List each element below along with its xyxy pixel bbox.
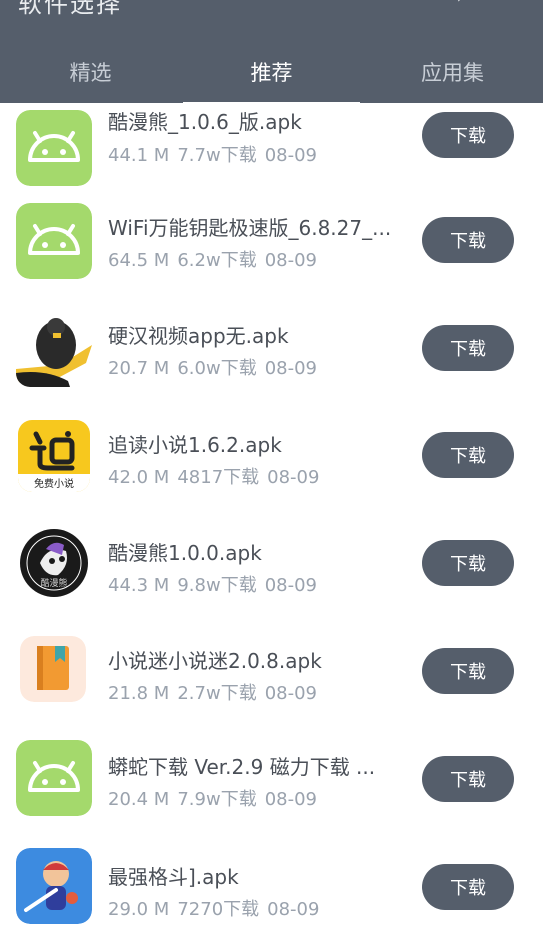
app-downloads: 6.2w下载: [177, 250, 257, 271]
download-button[interactable]: 下载: [422, 648, 514, 694]
icon-caption: 免费小说: [34, 479, 74, 490]
app-name: 小说迷小说迷2.0.8.apk: [108, 649, 322, 673]
app-size: 21.8 M: [108, 683, 170, 704]
list-item[interactable]: 免费小说 追读小说1.6.2.apk 42.0 M 4817下载 08-09 下载: [0, 416, 543, 524]
app-size: 20.4 M: [108, 789, 170, 810]
download-button[interactable]: 下载: [422, 540, 514, 586]
app-meta: 64.5 M 6.2w下载 08-09: [108, 246, 325, 272]
page-title: 软件选择: [18, 0, 122, 18]
download-button[interactable]: 下载: [422, 217, 514, 263]
app-name: 追读小说1.6.2.apk: [108, 433, 282, 457]
app-meta: 44.1 M 7.7w下载 08-09: [108, 141, 325, 167]
app-date: 08-09: [267, 467, 320, 488]
app-name: 最强格斗].apk: [108, 865, 239, 889]
list-item[interactable]: 最强格斗].apk 29.0 M 7270下载 08-09 下载: [0, 848, 543, 943]
app-date: 08-09: [267, 899, 320, 920]
tab-app-collections[interactable]: 应用集: [362, 40, 543, 103]
app-date: 08-09: [264, 789, 318, 810]
list-item[interactable]: 硬汉视频app无.apk 20.7 M 6.0w下载 08-09 下载: [0, 309, 543, 417]
android-icon: [16, 740, 92, 816]
app-meta: 42.0 M 4817下载 08-09: [108, 463, 327, 489]
app-meta: 29.0 M 7270下载 08-09: [108, 895, 327, 921]
fighter-game-icon: [16, 848, 92, 924]
app-meta: 21.8 M 2.7w下载 08-09: [108, 679, 325, 705]
app-downloads: 6.0w下载: [177, 358, 257, 379]
app-size: 44.3 M: [108, 575, 170, 596]
muscleman-icon: [16, 311, 92, 387]
kumanxiong-icon: 酷漫熊: [18, 527, 90, 599]
app-downloads: 2.7w下载: [177, 683, 257, 704]
app-downloads: 7.7w下载: [177, 145, 257, 166]
top-app-bar: 软件选择 › 精选 推荐 应用集: [0, 0, 543, 105]
app-list[interactable]: 酷漫熊_1.0.6_版.apk 44.1 M 7.7w下载 08-09 下载 WiF…: [0, 103, 543, 943]
app-downloads: 7.9w下载: [177, 789, 257, 810]
download-button[interactable]: 下载: [422, 432, 514, 478]
app-downloads: 9.8w下载: [177, 575, 257, 596]
app-date: 08-09: [264, 575, 318, 596]
download-button[interactable]: 下载: [422, 756, 514, 802]
app-date: 08-09: [264, 683, 318, 704]
list-item[interactable]: 酷漫熊_1.0.6_版.apk 44.1 M 7.7w下载 08-09 下载: [0, 103, 543, 201]
app-meta: 20.4 M 7.9w下载 08-09: [108, 785, 325, 811]
list-item[interactable]: 小说迷小说迷2.0.8.apk 21.8 M 2.7w下载 08-09 下载: [0, 632, 543, 740]
download-button[interactable]: 下载: [422, 112, 514, 158]
header-action-icon[interactable]: ›: [456, 0, 465, 9]
app-downloads: 7270下载: [177, 899, 260, 920]
app-name: 蟒蛇下载 Ver.2.9 磁力下载 ...: [108, 755, 376, 779]
android-icon: [16, 110, 92, 186]
app-downloads: 4817下载: [177, 467, 260, 488]
app-size: 42.0 M: [108, 467, 170, 488]
app-name: 酷漫熊_1.0.6_版.apk: [108, 110, 302, 134]
app-size: 29.0 M: [108, 899, 170, 920]
tab-bar: 精选 推荐 应用集: [0, 40, 543, 105]
icon-caption: 酷漫熊: [40, 579, 68, 589]
app-meta: 20.7 M 6.0w下载 08-09: [108, 354, 325, 380]
book-icon: [20, 636, 86, 702]
tab-featured[interactable]: 精选: [0, 40, 181, 103]
tab-recommended[interactable]: 推荐: [181, 40, 362, 105]
app-name: 硬汉视频app无.apk: [108, 324, 289, 348]
app-date: 08-09: [264, 250, 318, 271]
download-button[interactable]: 下载: [422, 864, 514, 910]
download-button[interactable]: 下载: [422, 325, 514, 371]
android-icon: [16, 203, 92, 279]
app-meta: 44.3 M 9.8w下载 08-09: [108, 571, 325, 597]
app-name: WiFi万能钥匙极速版_6.8.27_...: [108, 216, 392, 240]
app-name: 酷漫熊1.0.0.apk: [108, 541, 262, 565]
list-item[interactable]: 酷漫熊 酷漫熊1.0.0.apk 44.3 M 9.8w下载 08-09 下载: [0, 524, 543, 632]
list-item[interactable]: 蟒蛇下载 Ver.2.9 磁力下载 ... 20.4 M 7.9w下载 08-09 …: [0, 740, 543, 848]
app-size: 20.7 M: [108, 358, 170, 379]
zhuidu-novel-icon: 免费小说: [18, 420, 90, 492]
app-date: 08-09: [264, 358, 318, 379]
app-size: 64.5 M: [108, 250, 170, 271]
app-size: 44.1 M: [108, 145, 170, 166]
list-item[interactable]: WiFi万能钥匙极速版_6.8.27_... 64.5 M 6.2w下载 08-09…: [0, 201, 543, 309]
app-date: 08-09: [264, 145, 318, 166]
